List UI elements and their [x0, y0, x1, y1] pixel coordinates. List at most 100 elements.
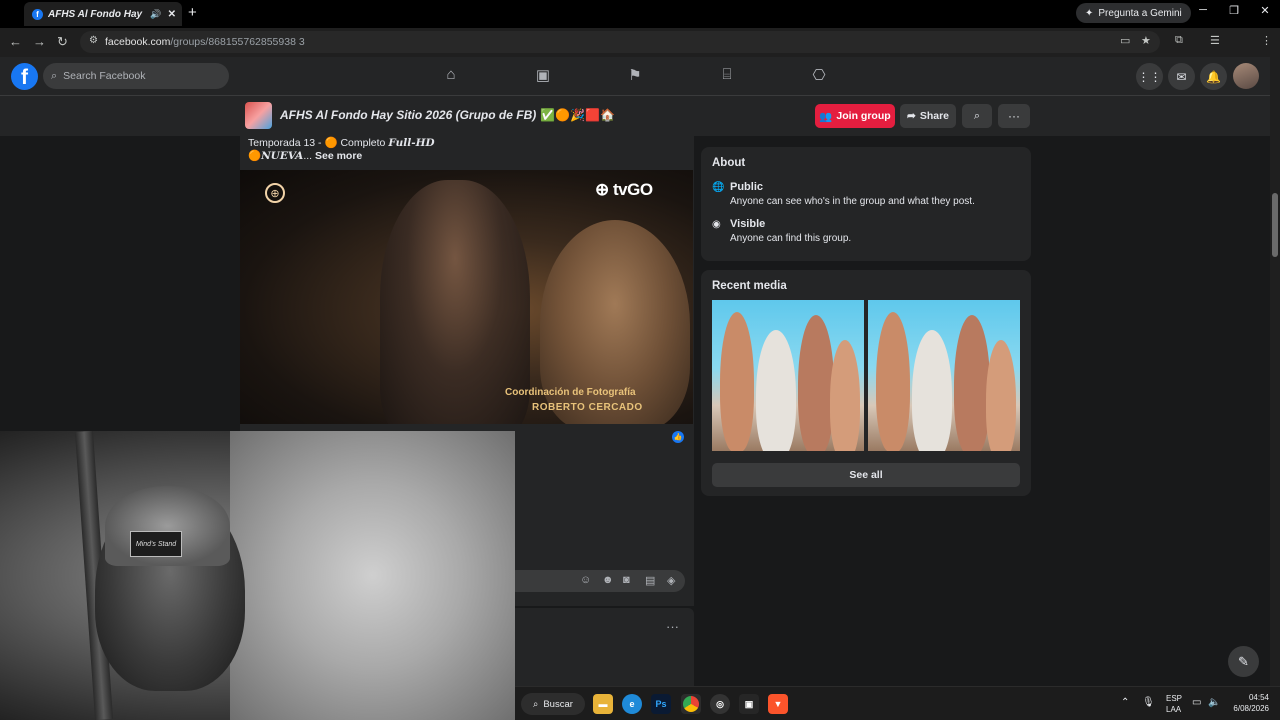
post-quality: Full-HD — [388, 137, 435, 149]
search-input[interactable]: ⌕ Search Facebook — [43, 63, 229, 89]
clock-time[interactable]: 04:54 — [1235, 693, 1269, 702]
browser-tab[interactable]: f AFHS Al Fondo Hay Sitio 🔊 ✕ — [24, 2, 182, 26]
tvgo-text: tvGO — [612, 180, 653, 199]
group-more-button[interactable]: ··· — [998, 104, 1030, 128]
orange-dot-icon: 🟠 — [248, 150, 262, 162]
obs-icon[interactable]: ◎ — [710, 694, 730, 714]
webcam-overlay: Mind's Stand — [0, 431, 515, 720]
minimize-icon[interactable]: ─ — [1193, 4, 1213, 16]
new-message-icon[interactable]: ✎ — [1228, 646, 1259, 677]
address-bar[interactable]: ⚙ facebook.com/groups/868155762855938 3 — [80, 31, 1160, 53]
see-more-link[interactable]: See more — [315, 150, 362, 162]
facebook-logo-icon[interactable]: f — [11, 63, 38, 90]
cast-icon[interactable]: ▭ — [1120, 34, 1130, 47]
media-person — [830, 340, 860, 451]
comment-input[interactable] — [505, 570, 685, 592]
marketplace-icon[interactable]: ⌸ — [716, 66, 738, 83]
back-icon[interactable]: ← — [9, 34, 22, 49]
group-header-bar: AFHS Al Fondo Hay Sitio 2026 (Grupo de F… — [0, 96, 1270, 136]
group-search-button[interactable]: ⌕ — [962, 104, 992, 128]
volume-icon[interactable]: 🔈 — [1208, 697, 1220, 708]
facebook-header: f ⌕ Search Facebook ⌂ ▣ ⚑ ⌸ ⎔ ⋮⋮ ✉ 🔔 — [0, 57, 1270, 96]
media-person — [954, 315, 990, 451]
join-group-label: Join group — [836, 110, 891, 122]
media-thumbnail[interactable] — [712, 300, 864, 451]
gif-icon[interactable]: ▤ — [645, 574, 655, 587]
chrome-icon[interactable] — [681, 694, 701, 714]
post-complete: Completo — [337, 137, 389, 149]
media-person — [720, 312, 754, 451]
public-description: Anyone can see who's in the group and wh… — [730, 196, 975, 207]
emoji-icon[interactable]: ☻ — [602, 574, 614, 586]
search-icon: ⌕ — [973, 109, 981, 122]
forward-icon[interactable]: → — [33, 34, 46, 49]
post-new: NUEVA — [261, 150, 304, 162]
like-reaction-icon[interactable]: 👍 — [672, 431, 684, 443]
taskbar-search[interactable]: ⌕ Buscar — [521, 693, 585, 715]
media-person — [798, 315, 834, 451]
avatar-sticker-icon[interactable]: ☺ — [580, 574, 591, 586]
speaker-icon[interactable]: 🔊 — [150, 9, 161, 20]
globe-icon: 🌐 — [712, 182, 725, 193]
post-more-icon[interactable]: ··· — [666, 619, 679, 634]
post-ellipsis: ... — [303, 150, 315, 162]
photoshop-icon[interactable]: Ps — [651, 694, 671, 714]
edge-icon[interactable]: e — [622, 694, 642, 714]
webcam-blanket — [230, 431, 515, 720]
url-domain: facebook.com — [105, 36, 171, 48]
camera-icon[interactable]: ◙ — [623, 574, 630, 586]
url-path: /groups/868155762855938 3 — [170, 36, 305, 48]
reload-icon[interactable]: ↻ — [57, 34, 68, 50]
keyboard-layout[interactable]: LAA — [1166, 705, 1181, 714]
monitor-icon[interactable]: ▭ — [1192, 697, 1201, 708]
sticker-icon[interactable]: ◈ — [667, 574, 675, 587]
visible-heading: Visible — [730, 218, 766, 230]
post-text-line1: Temporada 13 - 🟠 Completo Full-HD — [248, 136, 435, 149]
search-placeholder: Search Facebook — [63, 70, 146, 82]
clock-date[interactable]: 6/08/2026 — [1228, 704, 1269, 713]
media-control-icon[interactable]: ☰ — [1210, 34, 1220, 47]
post-video[interactable]: ⊕ ⊕ tvGO Coordinación de Fotografía ROBE… — [240, 170, 693, 424]
gemini-button[interactable]: ✦ Pregunta a Gemini — [1076, 3, 1191, 23]
bookmark-star-icon[interactable]: ★ — [1141, 34, 1151, 47]
tray-chevron-icon[interactable]: ⌃ — [1121, 697, 1129, 708]
close-tab-icon[interactable]: ✕ — [168, 9, 176, 20]
share-label: Share — [919, 110, 949, 122]
close-window-icon[interactable]: ✕ — [1255, 4, 1275, 17]
messenger-icon[interactable]: ✉ — [1168, 63, 1195, 90]
taskbar-search-label: Buscar — [543, 698, 573, 710]
menu-grid-icon[interactable]: ⋮⋮ — [1136, 63, 1163, 90]
home-icon[interactable]: ⌂ — [440, 66, 462, 83]
microphone-icon[interactable]: 🎙 — [1142, 697, 1155, 708]
scrollbar-thumb[interactable] — [1272, 193, 1278, 257]
see-all-button[interactable]: See all — [712, 463, 1020, 487]
notifications-bell-icon[interactable]: 🔔 — [1200, 63, 1227, 90]
video-icon[interactable]: ▣ — [532, 66, 554, 84]
site-info-icon[interactable]: ⚙ — [89, 35, 98, 46]
group-name[interactable]: AFHS Al Fondo Hay Sitio 2026 (Grupo de F… — [280, 108, 615, 122]
video-credit-role: Coordinación de Fotografía — [505, 387, 636, 398]
share-button[interactable]: ➦ Share — [900, 104, 956, 128]
gemini-sparkle-icon: ✦ — [1085, 7, 1094, 19]
keyboard-language[interactable]: ESP — [1166, 694, 1182, 703]
media-thumbnail[interactable] — [868, 300, 1020, 451]
gemini-label: Pregunta a Gemini — [1098, 7, 1182, 19]
chrome-logo — [683, 696, 699, 712]
join-group-button[interactable]: 👥 Join group — [815, 104, 895, 128]
globe-icon: ⊕ — [595, 180, 609, 199]
post-text-line2: 🟠NUEVA... See more — [248, 149, 362, 162]
account-avatar[interactable] — [1233, 63, 1259, 89]
file-explorer-icon[interactable]: ▬ — [593, 694, 613, 714]
gaming-icon[interactable]: ⎔ — [808, 66, 830, 84]
restore-icon[interactable]: ❐ — [1224, 4, 1244, 17]
facebook-favicon-icon: f — [32, 8, 43, 20]
chrome-menu-icon[interactable]: ⋮ — [1261, 34, 1272, 47]
new-tab-icon[interactable]: + — [188, 4, 197, 21]
group-thumbnail[interactable] — [245, 102, 272, 129]
app-window-icon[interactable]: ▣ — [739, 694, 759, 714]
eye-icon: ◉ — [712, 219, 721, 230]
brave-icon[interactable]: ▼ — [768, 694, 788, 714]
extensions-icon[interactable]: ⧉ — [1175, 34, 1183, 47]
scrollbar[interactable] — [1270, 57, 1280, 686]
pages-flag-icon[interactable]: ⚑ — [624, 66, 646, 84]
